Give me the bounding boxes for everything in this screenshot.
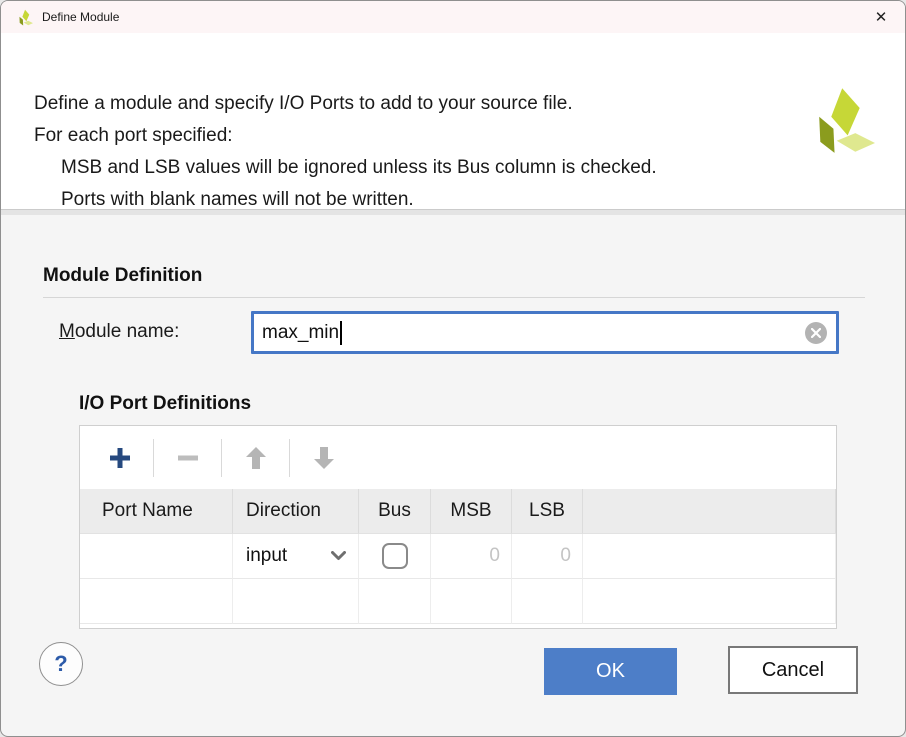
module-name-label-accel: M	[59, 321, 75, 342]
io-port-definitions-heading: I/O Port Definitions	[79, 393, 251, 415]
move-down-button	[302, 436, 346, 480]
module-name-input[interactable]: max_min	[251, 311, 839, 354]
vivado-logo	[805, 85, 875, 155]
port-grid: Port Name Direction Bus MSB LSB input 0 …	[80, 489, 836, 628]
column-header-bus[interactable]: Bus	[359, 489, 431, 534]
msb-cell-empty	[431, 579, 512, 624]
column-header-msb[interactable]: MSB	[431, 489, 512, 534]
column-header-lsb[interactable]: LSB	[512, 489, 583, 534]
description-line: Define a module and specify I/O Ports to…	[34, 93, 573, 115]
clear-input-icon[interactable]	[805, 322, 827, 344]
column-header-port-name[interactable]: Port Name	[80, 489, 233, 534]
x-icon	[811, 328, 821, 338]
minus-icon	[177, 447, 199, 469]
ok-button[interactable]: OK	[544, 648, 677, 695]
lsb-cell-empty	[512, 579, 583, 624]
description-line: For each port specified:	[34, 125, 233, 147]
filler-cell	[583, 579, 836, 624]
table-toolbar	[80, 426, 836, 489]
arrow-up-icon	[245, 446, 267, 470]
move-up-button	[234, 436, 278, 480]
arrow-down-icon	[313, 446, 335, 470]
column-header-direction[interactable]: Direction	[233, 489, 359, 534]
remove-port-button	[166, 436, 210, 480]
module-definition-heading: Module Definition	[43, 265, 202, 287]
io-port-table: Port Name Direction Bus MSB LSB input 0 …	[79, 425, 837, 629]
module-name-label-rest: odule name:	[75, 321, 180, 342]
section-rule	[43, 297, 865, 298]
direction-cell-empty	[233, 579, 359, 624]
close-button[interactable]: ✕	[863, 2, 899, 32]
bus-cell[interactable]	[359, 534, 431, 579]
msb-cell: 0	[431, 534, 512, 579]
window-title: Define Module	[42, 10, 119, 24]
help-button[interactable]: ?	[39, 642, 83, 686]
direction-select[interactable]: input	[233, 534, 359, 579]
port-name-cell[interactable]	[80, 534, 233, 579]
module-name-value: max_min	[262, 322, 339, 344]
bus-checkbox[interactable]	[382, 543, 408, 569]
add-port-button[interactable]	[98, 436, 142, 480]
module-name-label: Module name:	[59, 321, 179, 343]
bus-cell-empty	[359, 579, 431, 624]
description-line: MSB and LSB values will be ignored unles…	[61, 157, 657, 179]
port-name-cell[interactable]	[80, 579, 233, 624]
cancel-button[interactable]: Cancel	[728, 646, 858, 694]
description-line: Ports with blank names will not be writt…	[61, 189, 414, 211]
vivado-app-icon	[16, 9, 33, 26]
define-module-dialog: Define Module ✕ Define a module and spec…	[0, 0, 906, 737]
title-bar[interactable]: Define Module ✕	[1, 1, 905, 33]
chevron-down-icon	[331, 551, 346, 561]
filler-cell	[583, 534, 836, 579]
panel-divider	[1, 209, 905, 215]
direction-value: input	[246, 545, 287, 567]
description-panel: Define a module and specify I/O Ports to…	[1, 33, 905, 209]
text-caret	[340, 321, 342, 345]
lsb-cell: 0	[512, 534, 583, 579]
column-header-filler	[583, 489, 836, 534]
plus-icon	[108, 446, 132, 470]
